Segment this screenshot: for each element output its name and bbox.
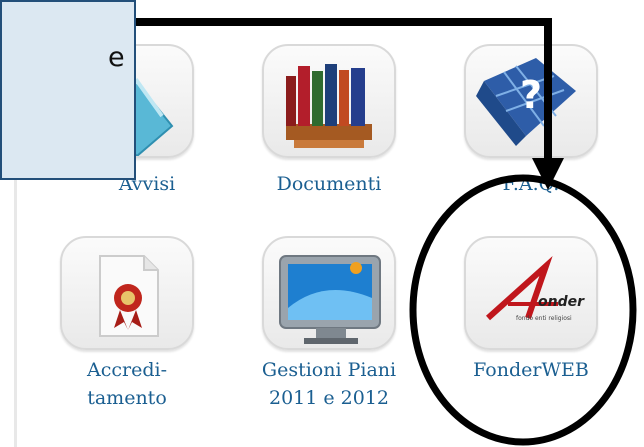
annotation-overlay — [136, 18, 637, 446]
annotation-arrow-line — [136, 18, 552, 162]
annotation-circle — [409, 174, 637, 446]
